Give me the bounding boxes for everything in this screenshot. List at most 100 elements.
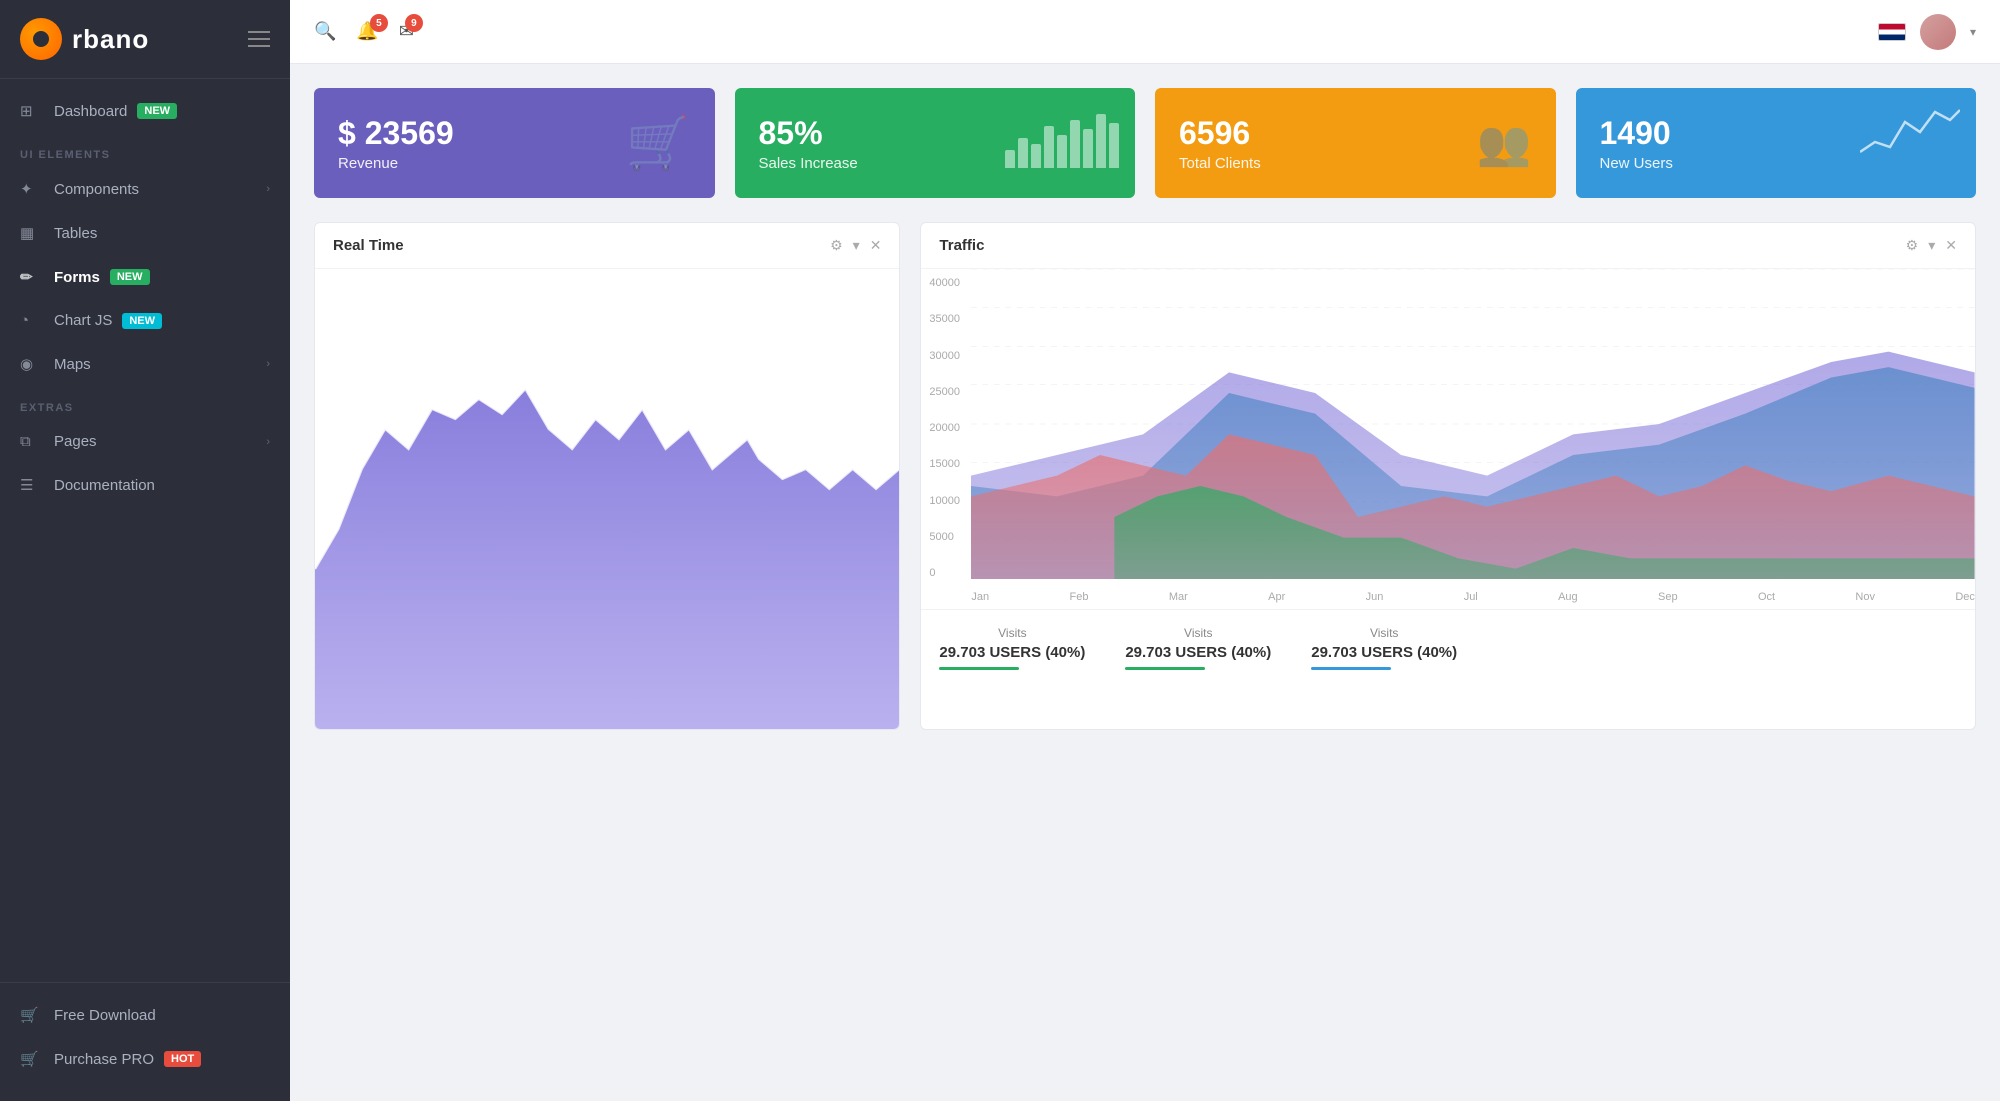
notification-badge: 5 bbox=[370, 14, 388, 32]
legend-value-1: 29.703 USERS (40%) bbox=[939, 644, 1085, 661]
stat-cards: 🛒 $ 23569 Revenue 85% Sales I bbox=[314, 88, 1976, 198]
components-icon: ✦ bbox=[20, 180, 42, 198]
legend-label-1: Visits bbox=[939, 626, 1085, 640]
sidebar-item-label: Free Download bbox=[54, 1007, 156, 1024]
sidebar-item-label: Documentation bbox=[54, 477, 155, 494]
notification-icon[interactable]: 🔔 5 bbox=[356, 21, 378, 42]
sidebar: rbano ⊞ Dashboard NEW UI ELEMENTS ✦ Comp… bbox=[0, 0, 290, 1101]
sidebar-item-pages[interactable]: ⧉ Pages › bbox=[0, 420, 290, 463]
legend-bar-1 bbox=[939, 667, 1019, 670]
logo-area: rbano bbox=[0, 0, 290, 79]
sidebar-item-freedownload[interactable]: 🛒 Free Download bbox=[0, 993, 290, 1037]
chartjs-icon: ◔ bbox=[20, 312, 42, 329]
maps-icon: ◉ bbox=[20, 355, 42, 373]
realtime-chart-header: Real Time ⚙ ▾ ✕ bbox=[315, 223, 899, 269]
traffic-chart-card: Traffic ⚙ ▾ ✕ 0 5000 10000 1500 bbox=[920, 222, 1976, 730]
sidebar-bottom: 🛒 Free Download 🛒 Purchase PRO HOT bbox=[0, 982, 290, 1101]
sidebar-item-dashboard[interactable]: ⊞ Dashboard NEW bbox=[0, 89, 290, 133]
xaxis-label: Sep bbox=[1658, 591, 1678, 603]
page-content: 🛒 $ 23569 Revenue 85% Sales I bbox=[290, 64, 2000, 1101]
xaxis-label: Mar bbox=[1169, 591, 1188, 603]
search-icon[interactable]: 🔍 bbox=[314, 21, 336, 42]
sidebar-item-forms[interactable]: ✏ Forms NEW bbox=[0, 255, 290, 299]
users-label: New Users bbox=[1600, 155, 1953, 172]
sidebar-item-components[interactable]: ✦ Components › bbox=[0, 167, 290, 211]
topbar: 🔍 🔔 5 ✉ 9 ▾ bbox=[290, 0, 2000, 64]
yaxis-label: 30000 bbox=[929, 350, 960, 362]
xaxis-label: Jan bbox=[971, 591, 989, 603]
yaxis-label: 20000 bbox=[929, 422, 960, 434]
docs-icon: ☰ bbox=[20, 476, 42, 494]
topbar-right: ▾ bbox=[1878, 14, 1976, 50]
dashboard-badge: NEW bbox=[137, 103, 177, 119]
sidebar-item-documentation[interactable]: ☰ Documentation bbox=[0, 463, 290, 507]
traffic-gear-icon[interactable]: ⚙ bbox=[1906, 237, 1919, 254]
purchasepro-badge: HOT bbox=[164, 1051, 201, 1067]
stat-card-sales: 85% Sales Increase bbox=[735, 88, 1136, 198]
legend-label-2: Visits bbox=[1125, 626, 1271, 640]
traffic-chart-header: Traffic ⚙ ▾ ✕ bbox=[921, 223, 1975, 269]
forms-icon: ✏ bbox=[20, 268, 42, 286]
topbar-chevron-icon[interactable]: ▾ bbox=[1970, 25, 1976, 39]
sidebar-item-label: Maps bbox=[54, 356, 91, 373]
legend-item-1: Visits 29.703 USERS (40%) bbox=[939, 626, 1085, 670]
sidebar-item-maps[interactable]: ◉ Maps › bbox=[0, 342, 290, 386]
xaxis-label: Apr bbox=[1268, 591, 1285, 603]
legend-label-3: Visits bbox=[1311, 626, 1457, 640]
sales-label: Sales Increase bbox=[759, 155, 1112, 172]
realtime-gear-icon[interactable]: ⚙ bbox=[830, 237, 843, 254]
xaxis-label: Dec bbox=[1955, 591, 1975, 603]
traffic-chart-viz: 0 5000 10000 15000 20000 25000 30000 350… bbox=[921, 269, 1975, 609]
yaxis-label: 25000 bbox=[929, 386, 960, 398]
sidebar-item-purchasepro[interactable]: 🛒 Purchase PRO HOT bbox=[0, 1037, 290, 1081]
logo-text: rbano bbox=[72, 24, 149, 55]
flag-icon[interactable] bbox=[1878, 23, 1906, 41]
sidebar-item-label: Purchase PRO bbox=[54, 1051, 154, 1068]
sidebar-item-label: Dashboard bbox=[54, 103, 127, 120]
legend-bar-2 bbox=[1125, 667, 1205, 670]
legend-bar-3 bbox=[1311, 667, 1391, 670]
xaxis-label: Nov bbox=[1855, 591, 1875, 603]
download-icon: 🛒 bbox=[20, 1006, 42, 1024]
clients-label: Total Clients bbox=[1179, 155, 1532, 172]
realtime-chart-body bbox=[315, 269, 899, 729]
xaxis-label: Jun bbox=[1366, 591, 1384, 603]
purchase-icon: 🛒 bbox=[20, 1050, 42, 1068]
mail-icon[interactable]: ✉ 9 bbox=[399, 21, 414, 42]
mail-badge: 9 bbox=[405, 14, 423, 32]
sidebar-item-tables[interactable]: ▦ Tables bbox=[0, 211, 290, 255]
sidebar-item-label: Components bbox=[54, 181, 139, 198]
avatar[interactable] bbox=[1920, 14, 1956, 50]
stat-card-users: 1490 New Users bbox=[1576, 88, 1977, 198]
topbar-left: 🔍 🔔 5 ✉ 9 bbox=[314, 21, 414, 42]
realtime-chart-card: Real Time ⚙ ▾ ✕ bbox=[314, 222, 900, 730]
legend-value-3: 29.703 USERS (40%) bbox=[1311, 644, 1457, 661]
sidebar-item-label: Pages bbox=[54, 433, 97, 450]
arrow-icon: › bbox=[266, 436, 270, 448]
traffic-close-icon[interactable]: ✕ bbox=[1945, 237, 1957, 254]
yaxis-label: 5000 bbox=[929, 531, 960, 543]
yaxis-label: 0 bbox=[929, 567, 960, 579]
yaxis-label: 10000 bbox=[929, 495, 960, 507]
revenue-label: Revenue bbox=[338, 155, 691, 172]
realtime-close-icon[interactable]: ✕ bbox=[870, 237, 882, 254]
arrow-icon: › bbox=[266, 183, 270, 195]
yaxis-label: 35000 bbox=[929, 313, 960, 325]
traffic-legend: Visits 29.703 USERS (40%) Visits 29.703 … bbox=[921, 609, 1975, 686]
realtime-chart-viz bbox=[315, 269, 899, 729]
sidebar-item-chartjs[interactable]: ◔ Chart JS NEW bbox=[0, 299, 290, 342]
xaxis-label: Jul bbox=[1464, 591, 1478, 603]
tables-icon: ▦ bbox=[20, 224, 42, 242]
pages-icon: ⧉ bbox=[20, 433, 42, 450]
traffic-chevron-icon[interactable]: ▾ bbox=[1928, 237, 1935, 254]
hamburger-menu[interactable] bbox=[248, 31, 270, 47]
sidebar-nav: ⊞ Dashboard NEW UI ELEMENTS ✦ Components… bbox=[0, 79, 290, 982]
legend-item-3: Visits 29.703 USERS (40%) bbox=[1311, 626, 1457, 670]
realtime-chevron-icon[interactable]: ▾ bbox=[853, 237, 860, 254]
traffic-chart-title: Traffic bbox=[939, 237, 1905, 254]
section-label-extras: EXTRAS bbox=[0, 386, 290, 420]
forms-badge: NEW bbox=[110, 269, 150, 285]
xaxis-label: Oct bbox=[1758, 591, 1775, 603]
users-sparkline bbox=[1860, 102, 1960, 162]
sidebar-item-label: Chart JS bbox=[54, 312, 112, 329]
